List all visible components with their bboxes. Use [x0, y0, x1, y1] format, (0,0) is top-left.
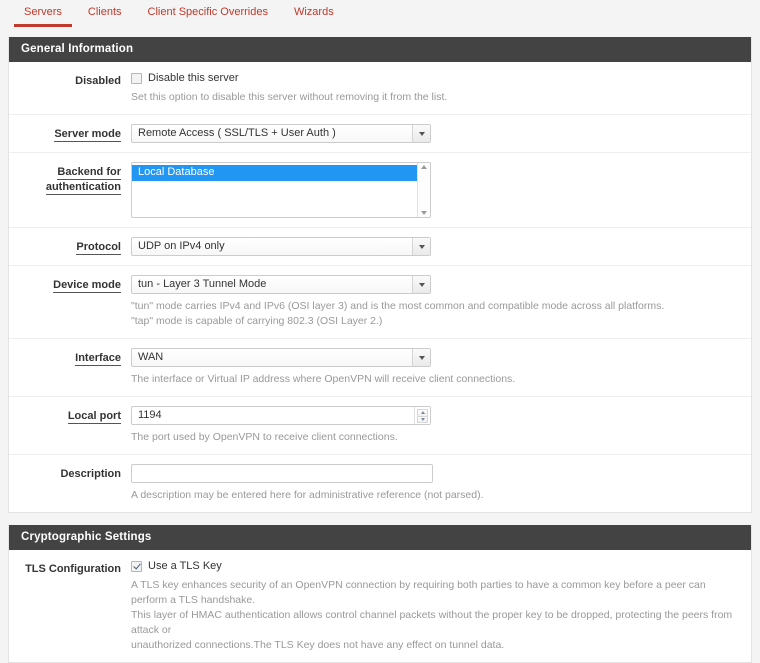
server-mode-selected-value: Remote Access ( SSL/TLS + User Auth ) [138, 127, 336, 139]
disabled-help-text: Set this option to disable this server w… [131, 91, 448, 103]
description-help-text: A description may be entered here for ad… [131, 489, 484, 501]
chevron-down-icon[interactable] [412, 125, 430, 142]
disable-server-checkbox-row[interactable]: Disable this server [131, 71, 741, 85]
row-local-port: Local port 1194 The port used by OpenVPN… [9, 397, 751, 455]
description-input[interactable] [131, 464, 433, 483]
disable-server-checkbox-label: Disable this server [148, 72, 239, 84]
label-tls-configuration: TLS Configuration [9, 559, 131, 576]
tab-wizards-label: Wizards [293, 6, 334, 18]
label-disabled-text: Disabled [75, 75, 121, 87]
cryptographic-settings-panel: Cryptographic Settings TLS Configuration… [8, 525, 752, 663]
list-item[interactable]: Local Database [132, 165, 417, 181]
device-mode-help-line-2: "tap" mode is capable of carrying 802.3 … [131, 315, 383, 327]
field-local-port: 1194 The port used by OpenVPN to receive… [131, 406, 751, 445]
label-server-mode-text: Server mode [54, 128, 121, 142]
general-information-body: Disabled Disable this server Set this op… [9, 62, 751, 512]
cryptographic-settings-header: Cryptographic Settings [9, 525, 751, 550]
interface-selected-value: WAN [138, 351, 164, 363]
tab-client-specific-overrides-label: Client Specific Overrides [147, 6, 268, 18]
use-tls-key-checkbox-row[interactable]: Use a TLS Key [131, 559, 741, 573]
tab-client-specific-overrides[interactable]: Client Specific Overrides [135, 0, 281, 25]
row-disabled: Disabled Disable this server Set this op… [9, 62, 751, 115]
row-interface: Interface WAN The interface or Virtual I… [9, 339, 751, 397]
label-device-mode: Device mode [9, 275, 131, 293]
label-backend-line2: authentication [45, 181, 121, 195]
field-protocol: UDP on IPv4 only [131, 237, 751, 256]
general-information-title: General Information [21, 43, 134, 55]
chevron-down-icon[interactable] [412, 238, 430, 255]
label-description-text: Description [60, 468, 121, 480]
field-backend-for-authentication: Local Database [131, 162, 751, 218]
openvpn-tab-bar: Servers Clients Client Specific Override… [0, 0, 760, 27]
general-information-header: General Information [9, 37, 751, 62]
label-backend-line1: Backend for [57, 166, 121, 180]
label-device-mode-text: Device mode [53, 279, 121, 293]
interface-select[interactable]: WAN [131, 348, 431, 367]
chevron-down-icon[interactable] [412, 349, 430, 366]
tls-help-line-2: This layer of HMAC authentication allows… [131, 609, 733, 636]
field-interface: WAN The interface or Virtual IP address … [131, 348, 751, 387]
field-device-mode: tun - Layer 3 Tunnel Mode "tun" mode car… [131, 275, 751, 329]
field-disabled: Disable this server Set this option to d… [131, 71, 751, 105]
tls-configuration-help-text: A TLS key enhances security of an OpenVP… [131, 578, 741, 653]
device-mode-select[interactable]: tun - Layer 3 Tunnel Mode [131, 275, 431, 294]
protocol-selected-value: UDP on IPv4 only [138, 240, 225, 252]
field-description: A description may be entered here for ad… [131, 464, 751, 503]
device-mode-help-text: "tun" mode carries IPv4 and IPv6 (OSI la… [131, 299, 741, 329]
use-tls-key-checkbox-label: Use a TLS Key [148, 560, 222, 572]
label-tls-configuration-text: TLS Configuration [25, 563, 121, 575]
disable-server-checkbox[interactable] [131, 72, 142, 84]
label-interface-text: Interface [75, 352, 121, 366]
label-disabled: Disabled [9, 71, 131, 88]
stepper-up-icon[interactable] [417, 408, 428, 416]
protocol-select[interactable]: UDP on IPv4 only [131, 237, 431, 256]
scroll-up-icon[interactable] [421, 165, 427, 169]
row-device-mode: Device mode tun - Layer 3 Tunnel Mode "t… [9, 266, 751, 339]
chevron-down-icon[interactable] [412, 276, 430, 293]
row-description: Description A description may be entered… [9, 455, 751, 512]
field-tls-configuration: Use a TLS Key A TLS key enhances securit… [131, 559, 751, 653]
quantity-stepper[interactable] [414, 407, 430, 424]
label-protocol: Protocol [9, 237, 131, 255]
tls-help-line-3: unauthorized connections.The TLS Key doe… [131, 639, 505, 651]
backend-authentication-listbox[interactable]: Local Database [131, 162, 431, 218]
interface-help-text: The interface or Virtual IP address wher… [131, 373, 516, 385]
tab-clients-label: Clients [87, 6, 122, 18]
device-mode-help-line-1: "tun" mode carries IPv4 and IPv6 (OSI la… [131, 300, 665, 312]
tab-clients[interactable]: Clients [75, 0, 135, 25]
field-server-mode: Remote Access ( SSL/TLS + User Auth ) [131, 124, 751, 143]
tab-servers-label: Servers [24, 6, 62, 18]
listbox-scrollbar[interactable] [417, 163, 430, 217]
label-server-mode: Server mode [9, 124, 131, 142]
row-tls-configuration: TLS Configuration Use a TLS Key A TLS ke… [9, 550, 751, 662]
cryptographic-settings-body: TLS Configuration Use a TLS Key A TLS ke… [9, 550, 751, 662]
tab-servers[interactable]: Servers [11, 0, 75, 27]
backend-authentication-options: Local Database [132, 163, 417, 217]
local-port-help-text: The port used by OpenVPN to receive clie… [131, 431, 398, 443]
label-local-port-text: Local port [67, 410, 121, 424]
tls-help-line-1: A TLS key enhances security of an OpenVP… [131, 579, 706, 606]
row-backend-for-authentication: Backend for authentication Local Databas… [9, 153, 751, 228]
label-interface: Interface [9, 348, 131, 366]
device-mode-selected-value: tun - Layer 3 Tunnel Mode [138, 278, 267, 290]
cryptographic-settings-title: Cryptographic Settings [21, 531, 152, 543]
general-information-panel: General Information Disabled Disable thi… [8, 37, 752, 513]
label-local-port: Local port [9, 406, 131, 424]
local-port-input[interactable]: 1194 [131, 406, 431, 425]
row-protocol: Protocol UDP on IPv4 only [9, 228, 751, 266]
server-mode-select[interactable]: Remote Access ( SSL/TLS + User Auth ) [131, 124, 431, 143]
row-server-mode: Server mode Remote Access ( SSL/TLS + Us… [9, 115, 751, 153]
stepper-down-icon[interactable] [417, 415, 428, 423]
label-protocol-text: Protocol [76, 241, 121, 255]
scroll-down-icon[interactable] [421, 211, 427, 215]
tab-wizards[interactable]: Wizards [281, 0, 347, 25]
label-backend-for-authentication: Backend for authentication [9, 162, 131, 195]
label-description: Description [9, 464, 131, 481]
use-tls-key-checkbox[interactable] [131, 560, 142, 572]
local-port-value: 1194 [138, 409, 162, 421]
